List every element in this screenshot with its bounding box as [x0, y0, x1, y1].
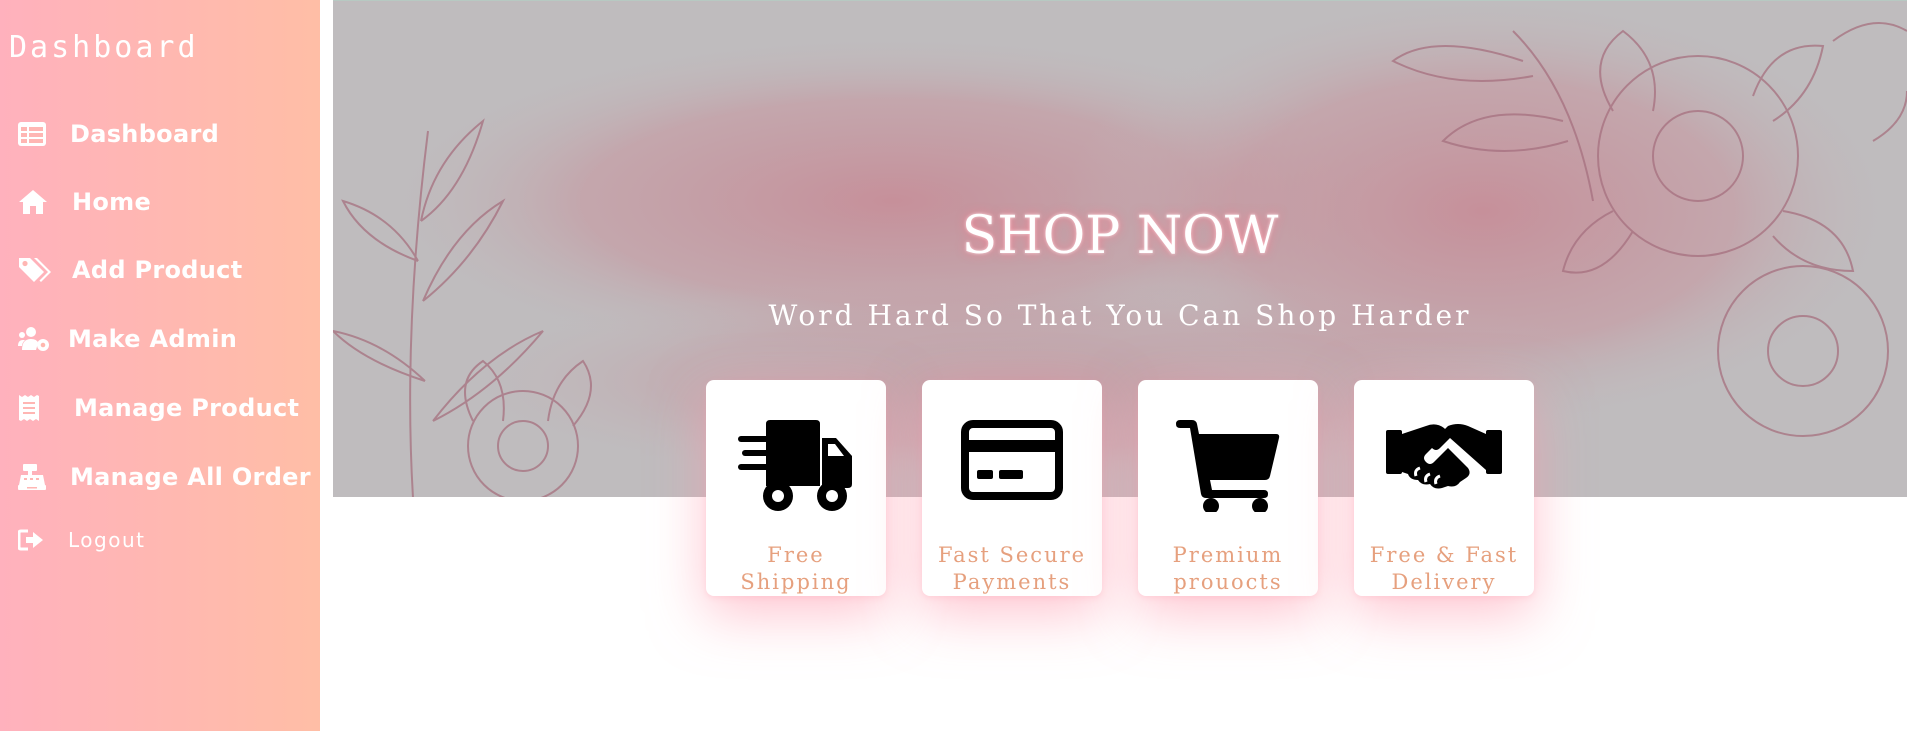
handshake-icon	[1386, 420, 1502, 530]
sidebar-item-manage-all-order[interactable]: Manage All Order	[18, 457, 311, 497]
hero-subtitle: Word Hard So That You Can Shop Harder	[768, 299, 1472, 332]
sidebar-divider	[320, 0, 332, 731]
shipping-fast-icon	[738, 420, 854, 530]
sidebar-item-dashboard[interactable]: Dashboard	[18, 114, 219, 154]
sidebar-item-add-product[interactable]: Add Product	[18, 250, 242, 290]
sidebar-item-label: Manage Product	[74, 394, 300, 422]
sidebar-item-home[interactable]: Home	[18, 182, 151, 222]
feature-label: Fast Secure Payments	[937, 543, 1087, 594]
tags-icon	[18, 256, 52, 284]
sidebar-item-label: Dashboard	[70, 120, 220, 148]
sidebar-item-make-admin[interactable]: Make Admin	[18, 319, 237, 359]
sign-out-icon	[18, 529, 52, 551]
shopping-cart-icon	[1176, 420, 1280, 530]
sidebar-item-manage-product[interactable]: Manage Product	[18, 388, 299, 428]
feature-cards: Free Shipping Fast Secure Payments Premi…	[706, 380, 1534, 596]
table-icon	[18, 122, 52, 146]
sidebar: Dashboard Dashboard Home Add Product Mak…	[0, 0, 320, 731]
feature-label: Free Shipping	[740, 543, 852, 594]
sidebar-item-label: Home	[72, 188, 152, 216]
feature-card-secure-payments: Fast Secure Payments	[922, 380, 1102, 596]
users-cog-icon	[18, 326, 52, 352]
home-icon	[18, 189, 52, 215]
feature-card-premium-products: Premium prouocts	[1138, 380, 1318, 596]
cash-register-icon	[18, 463, 52, 491]
feature-label: Premium prouocts	[1172, 543, 1284, 594]
sidebar-item-label: Manage All Order	[70, 463, 311, 491]
feature-card-free-shipping: Free Shipping	[706, 380, 886, 596]
feature-card-fast-delivery: Free & Fast Delivery	[1354, 380, 1534, 596]
credit-card-icon	[961, 420, 1063, 530]
feature-label: Free & Fast Delivery	[1369, 543, 1519, 594]
sidebar-item-label: Make Admin	[68, 325, 238, 353]
hero-title: SHOP NOW	[961, 206, 1279, 266]
sidebar-item-label: Logout	[68, 528, 146, 552]
receipt-icon	[18, 394, 52, 422]
sidebar-item-label: Add Product	[72, 256, 243, 284]
sidebar-title: Dashboard	[9, 30, 199, 65]
sidebar-item-logout[interactable]: Logout	[18, 520, 145, 560]
